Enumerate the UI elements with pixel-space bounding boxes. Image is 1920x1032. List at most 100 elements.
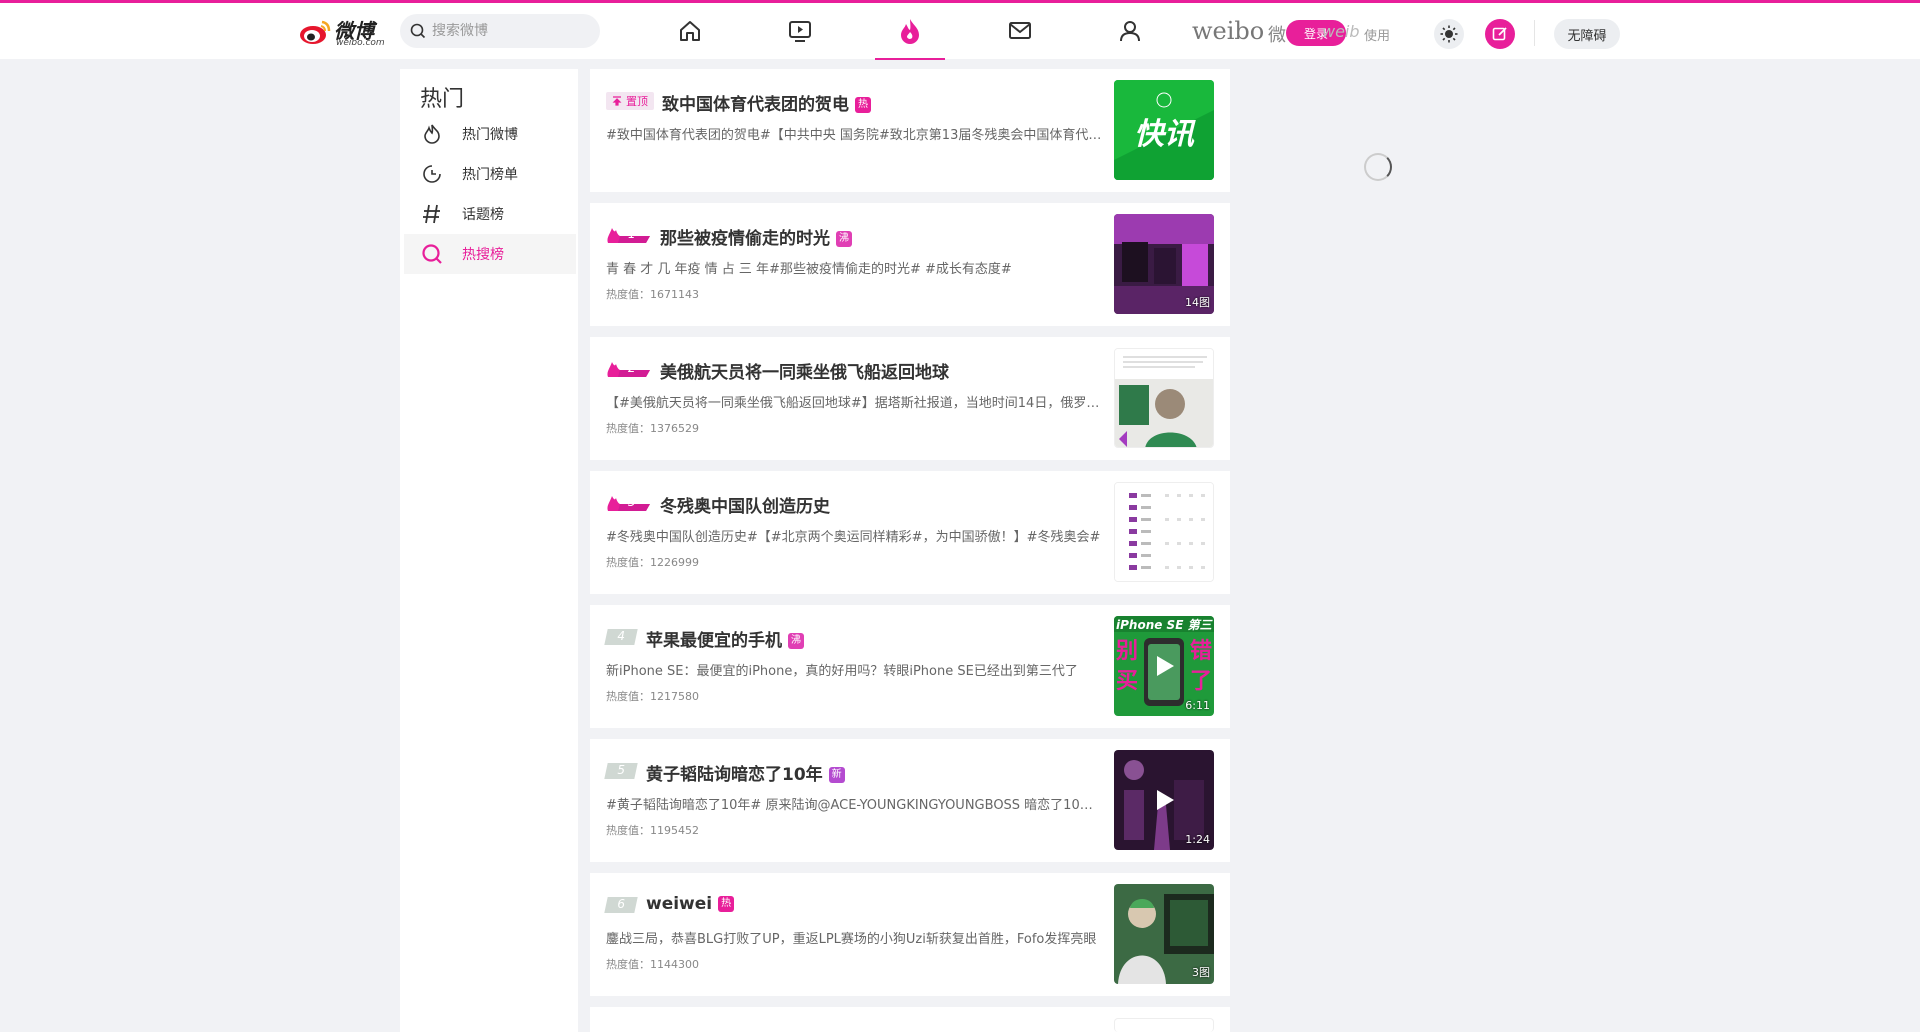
- weibo-brand-cn: 微: [1268, 25, 1286, 46]
- play-icon[interactable]: [1151, 787, 1177, 813]
- hot-badge: 热: [855, 97, 871, 113]
- svg-text:iPhone SE 第三: iPhone SE 第三: [1116, 618, 1214, 632]
- hot-item-desc: #致中国体育代表团的贺电#【中共中央 国务院#致北京第13届冬残奥会中国体育代表…: [606, 128, 1104, 143]
- heat-value: 热度值：1144300: [606, 958, 699, 971]
- rank-tag: 1: [606, 226, 650, 244]
- hot-item-thumbnail[interactable]: [1114, 348, 1214, 448]
- hot-item-title[interactable]: 冬残奥中国队创造历史: [660, 492, 830, 517]
- flame-outline-icon: [420, 122, 444, 146]
- hashtag-icon: [420, 202, 444, 226]
- rank-number: 6: [617, 897, 626, 911]
- hot-item-desc: #黄子韬陆询暗恋了10年# 原来陆询@ACE-YOUNGKINGYOUNGBOS…: [606, 798, 1104, 813]
- pinned-label: 置顶: [626, 95, 648, 108]
- svg-text:别: 别: [1115, 639, 1138, 664]
- news-flash-image: 快讯: [1114, 80, 1214, 180]
- heat-value: 热度值：1376529: [606, 422, 699, 435]
- rank-number: 3: [628, 495, 636, 509]
- hot-item-thumbnail[interactable]: 快讯: [1114, 80, 1214, 180]
- hot-item-desc: #冬残奥中国队创造历史#【#北京两个奥运同样精彩#，为中国骄傲！】#冬残奥会#: [606, 530, 1101, 545]
- hot-item-title[interactable]: 致中国体育代表团的贺电热: [662, 90, 871, 115]
- sidebar-item-topics[interactable]: 话题榜: [404, 194, 576, 234]
- clock-chart-icon: [420, 162, 444, 186]
- thumbnail-image: [1115, 349, 1213, 447]
- video-duration: 1:24: [1185, 833, 1210, 846]
- rank-tag: 4: [604, 628, 638, 646]
- nav-mail-icon[interactable]: [1004, 15, 1036, 47]
- header-divider: [1534, 20, 1535, 46]
- hot-item-title[interactable]: 黄子韬陆询暗恋了10年新: [646, 760, 845, 785]
- weibo-logo[interactable]: 微博 weibo.com: [298, 15, 388, 49]
- search-box[interactable]: [400, 14, 600, 48]
- left-sidebar: 热门 热门微博 热门榜单 话题榜 热搜榜: [400, 69, 578, 1032]
- hot-item-desc: 鏖战三局，恭喜BLG打败了UP，重返LPL赛场的小狗Uzi斩获复出首胜，Fofo…: [606, 932, 1097, 947]
- logo-domain: weibo.com: [336, 38, 385, 48]
- video-duration: 6:11: [1185, 699, 1210, 712]
- weibo-eye-icon: [300, 20, 331, 44]
- hot-item-desc: 青 春 才 几 年疫 情 占 三 年#那些被疫情偷走的时光# #成长有态度#: [606, 262, 1012, 277]
- edit-icon: [1492, 27, 1507, 41]
- rank-tag: 6: [604, 896, 638, 914]
- sidebar-item-label: 热搜榜: [462, 247, 504, 263]
- pinned-tag: 置顶: [606, 92, 654, 110]
- sidebar-item-hot-search[interactable]: 热搜榜: [404, 234, 576, 274]
- image-count: 3图: [1192, 966, 1210, 979]
- search-input[interactable]: [432, 14, 592, 48]
- heat-value: 热度值：1195452: [606, 824, 699, 837]
- rank-number: 4: [617, 629, 626, 643]
- hot-item-thumbnail[interactable]: 14图: [1114, 214, 1214, 314]
- accessibility-button[interactable]: 无障碍: [1554, 19, 1620, 49]
- sidebar-item-hot-weibo[interactable]: 热门微博: [404, 114, 576, 154]
- hot-item-title[interactable]: 苹果最便宜的手机沸: [646, 626, 804, 651]
- sidebar-item-label: 话题榜: [462, 207, 504, 223]
- sidebar-item-hot-list[interactable]: 热门榜单: [404, 154, 576, 194]
- hot-item-thumbnail[interactable]: [1114, 1018, 1214, 1032]
- hot-item-thumbnail[interactable]: iPhone SE 第三 别 买 错 了 6:11: [1114, 616, 1214, 716]
- hot-item-card[interactable]: 2 美俄航天员将一同乘坐俄飞船返回地球 【#美俄航天员将一同乘坐俄飞船返回地球#…: [590, 337, 1230, 460]
- login-overlay-text: weib: [1322, 22, 1360, 41]
- hot-item-thumbnail[interactable]: 1:24: [1114, 750, 1214, 850]
- hot-item-card[interactable]: 3 冬残奥中国队创造历史 #冬残奥中国队创造历史#【#北京两个奥运同样精彩#，为…: [590, 471, 1230, 594]
- weibo-brand-text: weibo: [1192, 17, 1265, 45]
- loading-spinner-icon: [1364, 153, 1392, 181]
- hot-item-desc: 新iPhone SE：最便宜的iPhone，真的好用吗？转眼iPhone SE已…: [606, 664, 1078, 679]
- hot-item-card[interactable]: 置顶 致中国体育代表团的贺电热 #致中国体育代表团的贺电#【中共中央 国务院#致…: [590, 69, 1230, 192]
- search-icon: [410, 23, 426, 39]
- heat-value: 热度值：1217580: [606, 690, 699, 703]
- login-suffix-text: 使用: [1364, 29, 1391, 44]
- play-icon[interactable]: [1151, 653, 1177, 679]
- hot-item-card[interactable]: 4 苹果最便宜的手机沸 新iPhone SE：最便宜的iPhone，真的好用吗？…: [590, 605, 1230, 728]
- hot-item-thumbnail[interactable]: 3图: [1114, 884, 1214, 984]
- hot-item-card[interactable]: 6 weiwei 热 鏖战三局，恭喜BLG打败了UP，重返LPL赛场的小狗Uzi斩…: [590, 873, 1230, 996]
- hot-search-icon: [420, 242, 444, 266]
- thumb-label: 快讯: [1134, 117, 1196, 152]
- svg-text:错: 错: [1190, 638, 1212, 664]
- nav-hot-flame-icon[interactable]: [894, 15, 926, 47]
- compose-button[interactable]: [1485, 19, 1515, 49]
- nav-home-icon[interactable]: [674, 15, 706, 47]
- rank-number: 1: [628, 227, 636, 241]
- theme-toggle-button[interactable]: [1434, 19, 1464, 49]
- sidebar-title: 热门: [420, 87, 465, 112]
- hot-item-card[interactable]: 1 那些被疫情偷走的时光沸 青 春 才 几 年疫 情 占 三 年#那些被疫情偷走…: [590, 203, 1230, 326]
- rank-number: 5: [617, 763, 626, 777]
- hot-item-card[interactable]: [590, 1007, 1230, 1032]
- hot-item-desc: 【#美俄航天员将一同乘坐俄飞船返回地球#】据塔斯社报道，当地时间14日，俄罗斯国…: [606, 396, 1104, 411]
- hot-item-title[interactable]: 那些被疫情偷走的时光沸: [660, 224, 852, 249]
- medal-table-image: [1115, 483, 1213, 581]
- top-bar: 微博 weibo.com weibo 微 登录 weib 使用: [0, 0, 1920, 60]
- pin-icon: [612, 96, 622, 106]
- rank-tag: 2: [606, 360, 650, 378]
- hot-item-thumbnail[interactable]: [1114, 482, 1214, 582]
- svg-text:了: 了: [1190, 669, 1212, 694]
- hot-item-title[interactable]: weiwei 热: [646, 894, 735, 914]
- boil-badge: 沸: [788, 633, 804, 649]
- active-tab-indicator: [875, 58, 945, 60]
- hot-item-title[interactable]: 美俄航天员将一同乘坐俄飞船返回地球: [660, 358, 949, 383]
- rank-tag: 3: [606, 494, 650, 512]
- hot-item-card[interactable]: 5 黄子韬陆询暗恋了10年新 #黄子韬陆询暗恋了10年# 原来陆询@ACE-YO…: [590, 739, 1230, 862]
- sidebar-item-label: 热门微博: [462, 127, 518, 143]
- nav-profile-icon[interactable]: [1114, 15, 1146, 47]
- sun-icon: [1440, 25, 1458, 43]
- svg-text:买: 买: [1116, 669, 1138, 694]
- nav-video-icon[interactable]: [784, 15, 816, 47]
